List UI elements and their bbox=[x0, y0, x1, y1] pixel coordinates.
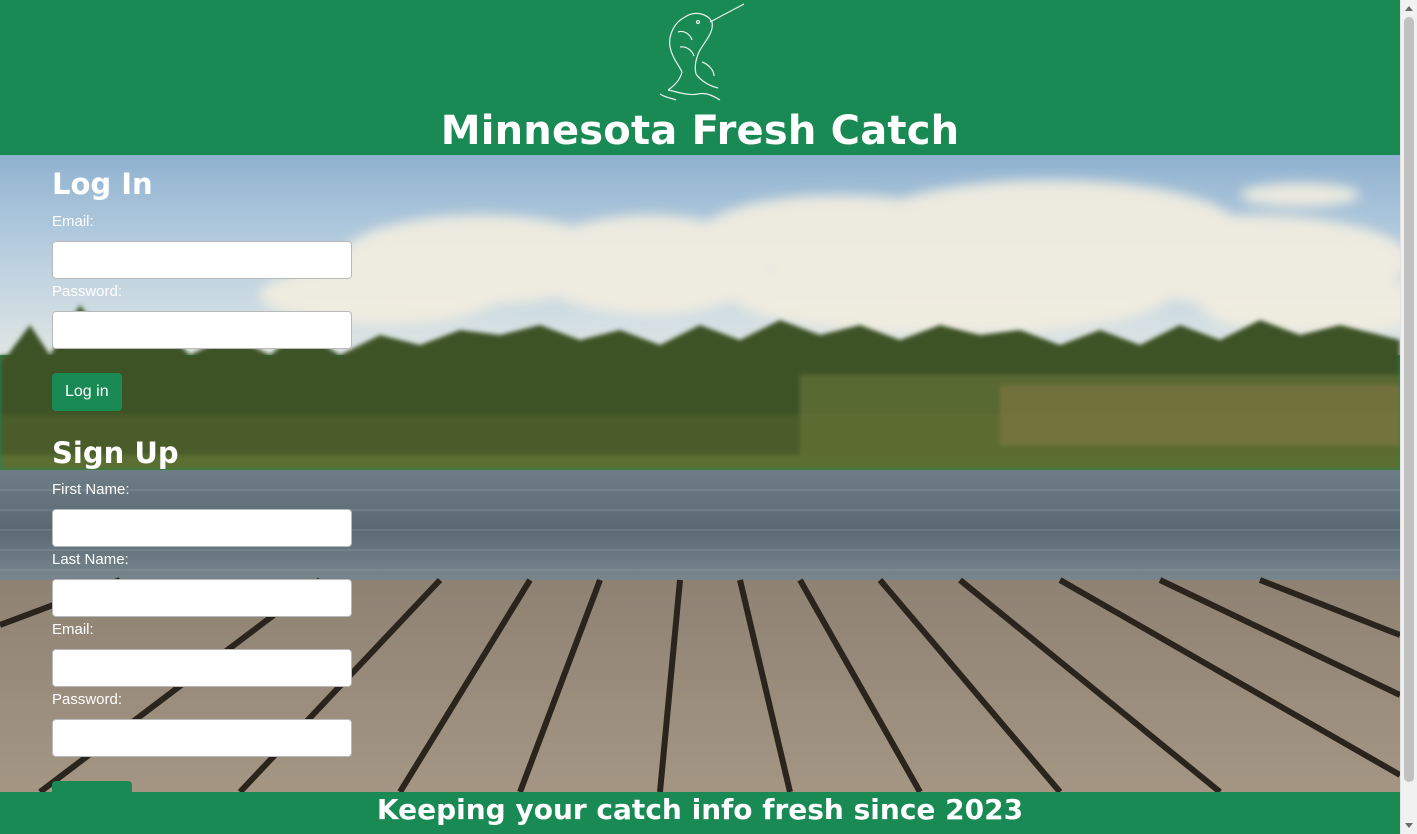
signup-first-name-label: First Name: bbox=[52, 481, 130, 498]
login-button[interactable]: Log in bbox=[52, 373, 122, 411]
signup-last-name-label: Last Name: bbox=[52, 551, 129, 568]
signup-email-input[interactable] bbox=[52, 649, 352, 687]
site-footer: Keeping your catch info fresh since 2023 bbox=[0, 792, 1400, 834]
login-email-label: Email: bbox=[52, 213, 94, 230]
login-password-label: Password: bbox=[52, 283, 123, 300]
scroll-up-arrow-icon[interactable] bbox=[1405, 6, 1413, 11]
scrollbar-thumb[interactable] bbox=[1404, 17, 1414, 782]
site-title: Minnesota Fresh Catch bbox=[440, 108, 960, 154]
signup-first-name-input[interactable] bbox=[52, 509, 352, 547]
footer-tagline: Keeping your catch info fresh since 2023 bbox=[376, 793, 1024, 826]
leaping-fish-icon bbox=[659, 3, 745, 101]
signup-last-name-input[interactable] bbox=[52, 579, 352, 617]
site-header: Minnesota Fresh Catch bbox=[0, 0, 1400, 155]
signup-password-label: Password: bbox=[52, 691, 123, 708]
login-email-input[interactable] bbox=[52, 241, 352, 279]
signup-heading: Sign Up bbox=[52, 436, 179, 470]
login-heading: Log In bbox=[52, 167, 153, 201]
page: Minnesota Fresh Catch Log In Email: Pass… bbox=[0, 0, 1400, 834]
scroll-down-arrow-icon[interactable] bbox=[1405, 823, 1413, 828]
signup-email-label: Email: bbox=[52, 621, 94, 638]
signup-password-input[interactable] bbox=[52, 719, 352, 757]
login-password-input[interactable] bbox=[52, 311, 352, 349]
page-scrollbar[interactable] bbox=[1400, 0, 1417, 834]
